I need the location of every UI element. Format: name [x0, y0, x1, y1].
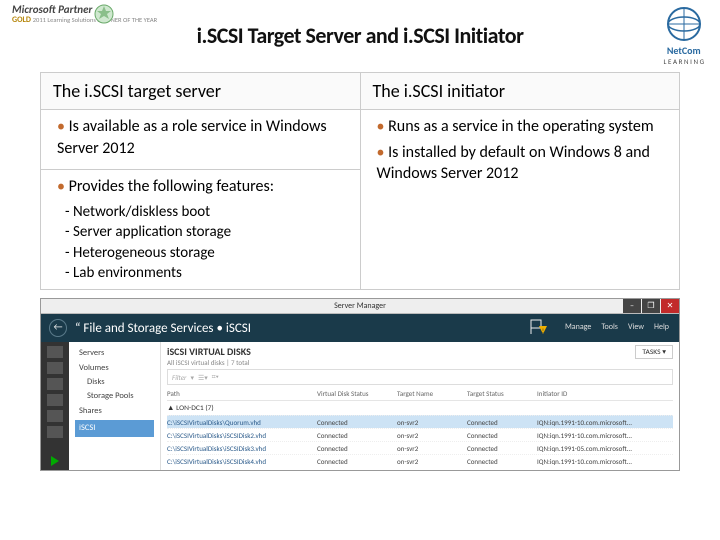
cell-vstatus: Connected: [317, 457, 397, 466]
nav-servers[interactable]: Servers: [75, 346, 154, 360]
cell-path: C:\iSCSIVirtualDisks\Quorum.vhd: [167, 418, 317, 427]
netcom-brand: NetCom: [663, 44, 704, 57]
menu-manage[interactable]: Manage: [565, 322, 591, 332]
strip-icon[interactable]: [47, 362, 63, 374]
col-target-name[interactable]: Target Name: [397, 389, 467, 398]
col-path[interactable]: Path: [167, 389, 317, 398]
cell-path: C:\iSCSIVirtualDisks\iSCSIDisk2.vhd: [167, 431, 317, 440]
table-row[interactable]: C:\iSCSIVirtualDisks\iSCSIDisk3.vhd Conn…: [167, 441, 673, 454]
slide-title: i.SCSI Target Server and i.SCSI Initiato…: [0, 22, 720, 49]
strip-icon[interactable]: [47, 378, 63, 390]
cell-target-row2: Provides the following features: Network…: [41, 170, 361, 290]
svg-text:!: !: [542, 327, 544, 335]
table-row[interactable]: C:\iSCSIVirtualDisks\iSCSIDisk2.vhd Conn…: [167, 428, 673, 441]
netcom-logo: NetCom L E A R N I N G: [663, 6, 704, 66]
filter-input[interactable]: Filter: [172, 373, 186, 382]
cell-iid: IQN:iqn.1991-05.com.microsoft...: [537, 444, 673, 453]
tasks-dropdown[interactable]: TASKS ▾: [635, 345, 673, 359]
strip-icon[interactable]: [47, 426, 63, 438]
play-icon[interactable]: [51, 456, 59, 466]
notification-flag-icon[interactable]: !: [529, 318, 547, 339]
col-target-status[interactable]: Target Status: [467, 389, 537, 398]
target-sub-3: Heterogeneous storage: [53, 243, 348, 263]
slide-header: Microsoft Partner GOLD 2011 Learning Sol…: [0, 0, 720, 60]
cell-iid: IQN:iqn.1991-10.com.microsoft...: [537, 418, 673, 427]
nav-storage-pools[interactable]: Storage Pools: [75, 389, 154, 403]
filter-id-icon[interactable]: ☰▾: [198, 373, 208, 382]
initiator-bullet-2: Is installed by default on Windows 8 and…: [377, 142, 668, 185]
target-sub-4: Lab environments: [53, 263, 348, 283]
strip-icon[interactable]: [47, 346, 63, 358]
nav-shares[interactable]: Shares: [75, 404, 154, 418]
menu-tools[interactable]: Tools: [601, 322, 618, 332]
cell-iid: IQN:iqn.1991-10.com.microsoft...: [537, 457, 673, 466]
main-panel: TASKS ▾ iSCSI VIRTUAL DISKS All iSCSI vi…: [161, 342, 679, 470]
col-head-initiator: The i.SCSI initiator: [360, 73, 680, 110]
cell-target-row1: Is available as a role service in Window…: [41, 110, 361, 170]
breadcrumb[interactable]: “ File and Storage Services • iSCSI: [75, 321, 251, 336]
filter-tag-icon[interactable]: ⌗▾: [212, 372, 219, 382]
cell-vstatus: Connected: [317, 431, 397, 440]
section-title: iSCSI VIRTUAL DISKS: [167, 345, 673, 358]
left-icon-strip: [41, 342, 69, 470]
cell-tname: on-svr2: [397, 431, 467, 440]
comparison-table: The i.SCSI target server The i.SCSI init…: [40, 72, 680, 290]
ms-partner-text: Microsoft Partner: [12, 4, 157, 16]
strip-icon[interactable]: [47, 394, 63, 406]
cell-initiator: Runs as a service in the operating syste…: [360, 110, 680, 290]
window-buttons: – ❐ ✕: [623, 299, 679, 313]
cell-iid: IQN:iqn.1991-10.com.microsoft...: [537, 431, 673, 440]
cell-tstatus: Connected: [467, 444, 537, 453]
nav-iscsi[interactable]: iSCSI: [75, 420, 154, 436]
globe-icon: [666, 6, 702, 44]
menu-view[interactable]: View: [628, 322, 644, 332]
server-manager-window: Server Manager – ❐ ✕ ← “ File and Storag…: [40, 298, 680, 471]
col-head-target-server: The i.SCSI target server: [41, 73, 361, 110]
netcom-tagline: L E A R N I N G: [663, 57, 704, 66]
window-titlebar[interactable]: Server Manager – ❐ ✕: [41, 299, 679, 314]
cell-vstatus: Connected: [317, 444, 397, 453]
nav-panel: Servers Volumes Disks Storage Pools Shar…: [69, 342, 161, 470]
col-initiator-id[interactable]: Initiator ID: [537, 389, 673, 398]
ribbon-right-menu: Manage Tools View Help: [565, 322, 669, 332]
target-bullet-2: Provides the following features:: [57, 176, 348, 198]
cell-tstatus: Connected: [467, 418, 537, 427]
menu-help[interactable]: Help: [654, 322, 669, 332]
table-row[interactable]: C:\iSCSIVirtualDisks\Quorum.vhd Connecte…: [167, 415, 673, 428]
target-bullet-1: Is available as a role service in Window…: [57, 116, 348, 159]
section-subtitle: All iSCSI virtual disks | 7 total: [167, 358, 673, 367]
cell-tstatus: Connected: [467, 431, 537, 440]
table-row[interactable]: C:\iSCSIVirtualDisks\iSCSIDisk4.vhd Conn…: [167, 454, 673, 467]
cell-vstatus: Connected: [317, 418, 397, 427]
cell-path: C:\iSCSIVirtualDisks\iSCSIDisk3.vhd: [167, 444, 317, 453]
target-sub-1: Network/diskless boot: [53, 202, 348, 222]
nav-volumes[interactable]: Volumes: [75, 361, 154, 375]
strip-icon[interactable]: [47, 410, 63, 422]
window-title: Server Manager: [334, 301, 386, 311]
table-headers: Path Virtual Disk Status Target Name Tar…: [167, 387, 673, 401]
col-vdisk-status[interactable]: Virtual Disk Status: [317, 389, 397, 398]
nav-disks[interactable]: Disks: [75, 375, 154, 389]
filter-bar: Filter ▾ ☰▾ ⌗▾: [167, 369, 673, 385]
ribbon-bar: ← “ File and Storage Services • iSCSI ! …: [41, 314, 679, 342]
back-button[interactable]: ←: [49, 319, 67, 337]
group-header[interactable]: ▲ LON-DC1 (7): [167, 401, 673, 415]
cell-tstatus: Connected: [467, 457, 537, 466]
close-button[interactable]: ✕: [661, 299, 679, 313]
filter-dropdown-icon[interactable]: ▾: [190, 373, 194, 382]
cell-tname: on-svr2: [397, 444, 467, 453]
initiator-bullet-1: Runs as a service in the operating syste…: [377, 116, 668, 138]
maximize-button[interactable]: ❐: [642, 299, 660, 313]
cell-tname: on-svr2: [397, 418, 467, 427]
cell-tname: on-svr2: [397, 457, 467, 466]
cell-path: C:\iSCSIVirtualDisks\iSCSIDisk4.vhd: [167, 457, 317, 466]
target-sub-2: Server application storage: [53, 222, 348, 242]
minimize-button[interactable]: –: [623, 299, 641, 313]
